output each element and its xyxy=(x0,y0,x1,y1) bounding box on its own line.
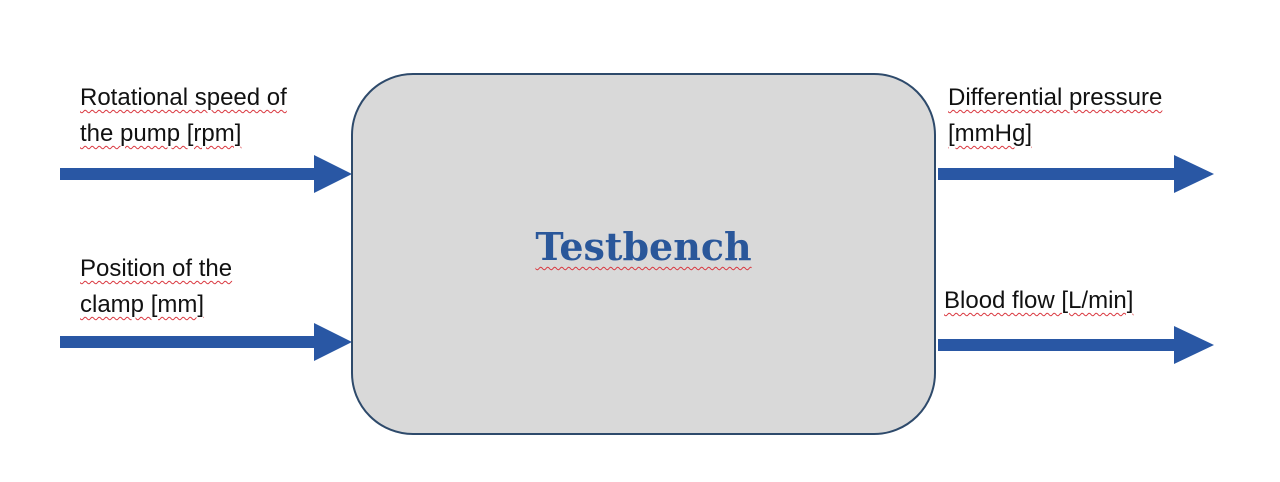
output-label-blood-flow: Blood flow [L/min] xyxy=(944,283,1133,319)
input-label-clamp-position-line1: Position of the xyxy=(80,251,232,287)
input-label-clamp-position-line2: clamp [mm] xyxy=(80,287,232,323)
output-arrow-blood-flow-head xyxy=(1174,326,1214,364)
output-arrow-differential-pressure-head xyxy=(1174,155,1214,193)
input-label-clamp-position: Position of the clamp [mm] xyxy=(80,251,232,323)
output-label-differential-pressure-line1: Differential pressure xyxy=(948,80,1162,116)
input-label-clamp-position-line1-text: Position of the xyxy=(80,255,233,282)
input-label-clamp-position-line2-text: clamp [mm] xyxy=(80,291,205,318)
input-arrow-pump-speed-head xyxy=(314,155,352,193)
output-label-blood-flow-line1: Blood flow [L/min] xyxy=(944,283,1133,319)
input-arrow-clamp-position-shaft xyxy=(60,336,316,348)
output-arrow-differential-pressure-shaft xyxy=(938,168,1178,180)
input-arrow-clamp-position xyxy=(60,323,352,361)
input-label-pump-speed-line1-text: Rotational speed of xyxy=(80,84,287,111)
input-label-pump-speed: Rotational speed of the pump [rpm] xyxy=(80,80,287,152)
output-label-differential-pressure-line2-text: [mmHg] xyxy=(948,120,1032,147)
output-label-differential-pressure-line2: [mmHg] xyxy=(948,116,1162,152)
input-arrow-pump-speed-shaft xyxy=(60,168,316,180)
diagram-canvas: Testbench Rotational speed of the pump [… xyxy=(0,0,1280,482)
input-arrow-clamp-position-head xyxy=(314,323,352,361)
output-label-blood-flow-line1-text: Blood flow [L/min] xyxy=(944,287,1134,314)
input-label-pump-speed-line2: the pump [rpm] xyxy=(80,116,287,152)
input-label-pump-speed-line2-text: the pump [rpm] xyxy=(80,120,242,147)
output-label-differential-pressure: Differential pressure [mmHg] xyxy=(948,80,1162,152)
input-label-pump-speed-line1: Rotational speed of xyxy=(80,80,287,116)
output-label-differential-pressure-line1-text: Differential pressure xyxy=(948,84,1163,111)
output-arrow-differential-pressure xyxy=(938,155,1214,193)
output-arrow-blood-flow xyxy=(938,326,1214,364)
testbench-title: Testbench xyxy=(535,224,752,269)
output-arrow-blood-flow-shaft xyxy=(938,339,1178,351)
input-arrow-pump-speed xyxy=(60,155,352,193)
